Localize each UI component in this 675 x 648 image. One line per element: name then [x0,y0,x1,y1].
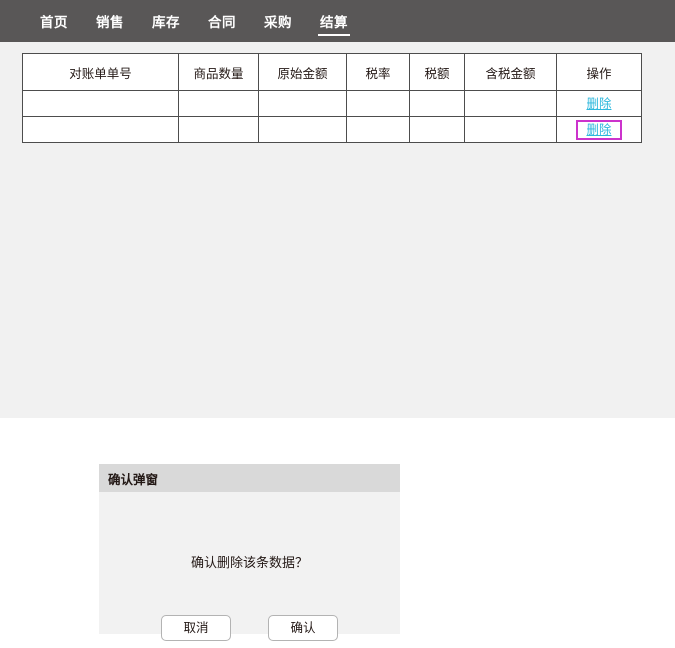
dialog-header: 确认弹窗 [99,464,400,492]
confirm-dialog: 确认弹窗 确认删除该条数据？ 取消 确认 [99,464,400,641]
main-navigation: 首页 销售 库存 合同 采购 结算 [0,0,675,42]
cancel-button[interactable]: 取消 [161,615,231,641]
dialog-button-row: 取消 确认 [99,615,400,641]
nav-item-label: 结算 [320,15,348,31]
table-body: 删除 删除 [22,90,642,143]
reconciliation-table: 对账单单号 商品数量 原始金额 税率 税额 含税金额 操作 删除 删除 [22,53,642,143]
column-header-tax-amount: 税额 [409,53,465,91]
cell-taxed-amount [464,116,557,143]
cell-original-amount [258,90,347,117]
cell-tax-rate [346,116,410,143]
table-row: 删除 [22,90,642,117]
cell-tax-amount [409,90,465,117]
cell-action: 删除 [556,90,642,117]
dialog-body: 确认删除该条数据？ 取消 确认 [99,492,400,641]
table-header-row: 对账单单号 商品数量 原始金额 税率 税额 含税金额 操作 [22,53,642,91]
confirm-button[interactable]: 确认 [268,615,338,641]
nav-item-inventory[interactable]: 库存 [138,0,194,42]
column-header-taxed-amount: 含税金额 [464,53,557,91]
nav-item-contract[interactable]: 合同 [194,0,250,42]
column-header-original-amount: 原始金额 [258,53,347,91]
cell-quantity [178,116,259,143]
cell-tax-rate [346,90,410,117]
nav-item-label: 合同 [208,15,236,31]
delete-link[interactable]: 删除 [586,97,611,111]
nav-active-underline [318,34,350,36]
column-header-action: 操作 [556,53,642,91]
nav-item-purchase[interactable]: 采购 [250,0,306,42]
cell-tax-amount [409,116,465,143]
nav-item-label: 采购 [264,15,292,31]
table-row: 删除 [22,116,642,143]
cell-original-amount [258,116,347,143]
delete-link-highlighted[interactable]: 删除 [586,122,611,137]
cell-order-no [22,90,179,117]
column-header-quantity: 商品数量 [178,53,259,91]
highlight-box: 删除 [576,119,622,140]
nav-item-label: 库存 [152,15,180,31]
dialog-message: 确认删除该条数据？ [190,556,308,571]
cell-order-no [22,116,179,143]
nav-item-sales[interactable]: 销售 [82,0,138,42]
nav-item-home[interactable]: 首页 [26,0,82,42]
nav-item-settlement[interactable]: 结算 [306,0,362,42]
table-header: 对账单单号 商品数量 原始金额 税率 税额 含税金额 操作 [22,53,642,91]
column-header-order-no: 对账单单号 [22,53,179,91]
cell-taxed-amount [464,90,557,117]
nav-item-label: 首页 [40,15,68,31]
nav-item-label: 销售 [96,15,124,31]
column-header-tax-rate: 税率 [346,53,410,91]
cell-action: 删除 [556,116,642,143]
dialog-title: 确认弹窗 [108,471,159,487]
cell-quantity [178,90,259,117]
